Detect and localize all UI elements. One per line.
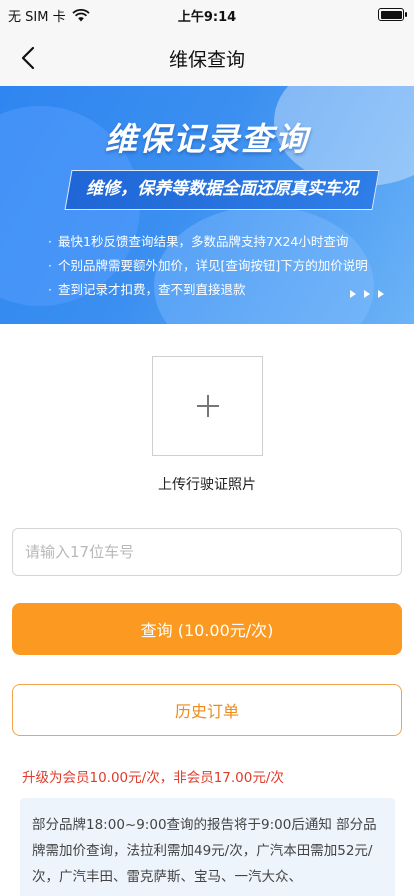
banner-subtitle: 维修，保养等数据全面还原真实车况 [64, 170, 380, 210]
banner-subtitle-text: 维修，保养等数据全面还原真实车况 [86, 179, 359, 199]
status-time: 上午9:14 [177, 10, 237, 25]
pricing-note: 升级为会员10.00元/次，非会员17.00元/次 [22, 770, 284, 786]
promo-banner: 维保记录查询 维修，保养等数据全面还原真实车况 最快1秒反馈查询结果，多数品牌支… [0, 86, 414, 324]
nav-bar: 维保查询 [0, 30, 414, 86]
page-title: 维保查询 [168, 49, 245, 71]
vin-input[interactable] [12, 528, 402, 576]
plus-icon [196, 395, 219, 417]
upload-license-photo-button[interactable] [152, 356, 263, 456]
triple-arrow-icon [350, 290, 384, 298]
upload-label: 上传行驶证照片 [158, 477, 256, 493]
banner-feature-item: 最快1秒反馈查询结果，多数品牌支持7X24小时查询 [48, 230, 368, 254]
surcharge-info-text: 部分品牌18:00~9:00查询的报告将于9:00后通知 部分品牌需加价查询，法… [32, 817, 377, 885]
status-bar: 无 SIM 卡 上午9:14 [0, 0, 414, 30]
surcharge-info-box: 部分品牌18:00~9:00查询的报告将于9:00后通知 部分品牌需加价查询，法… [20, 798, 395, 896]
banner-feature-item: 个别品牌需要额外加价，详见[查询按钮]下方的加价说明 [48, 254, 368, 278]
battery-icon [378, 8, 407, 21]
banner-title: 维保记录查询 [104, 120, 309, 158]
history-orders-button[interactable]: 历史订单 [12, 684, 402, 736]
query-button[interactable]: 查询 (10.00元/次) [12, 603, 402, 655]
banner-feature-item: 查到记录才扣费，查不到直接退款 [48, 278, 368, 302]
banner-feature-list: 最快1秒反馈查询结果，多数品牌支持7X24小时查询 个别品牌需要额外加价，详见[… [48, 230, 368, 302]
